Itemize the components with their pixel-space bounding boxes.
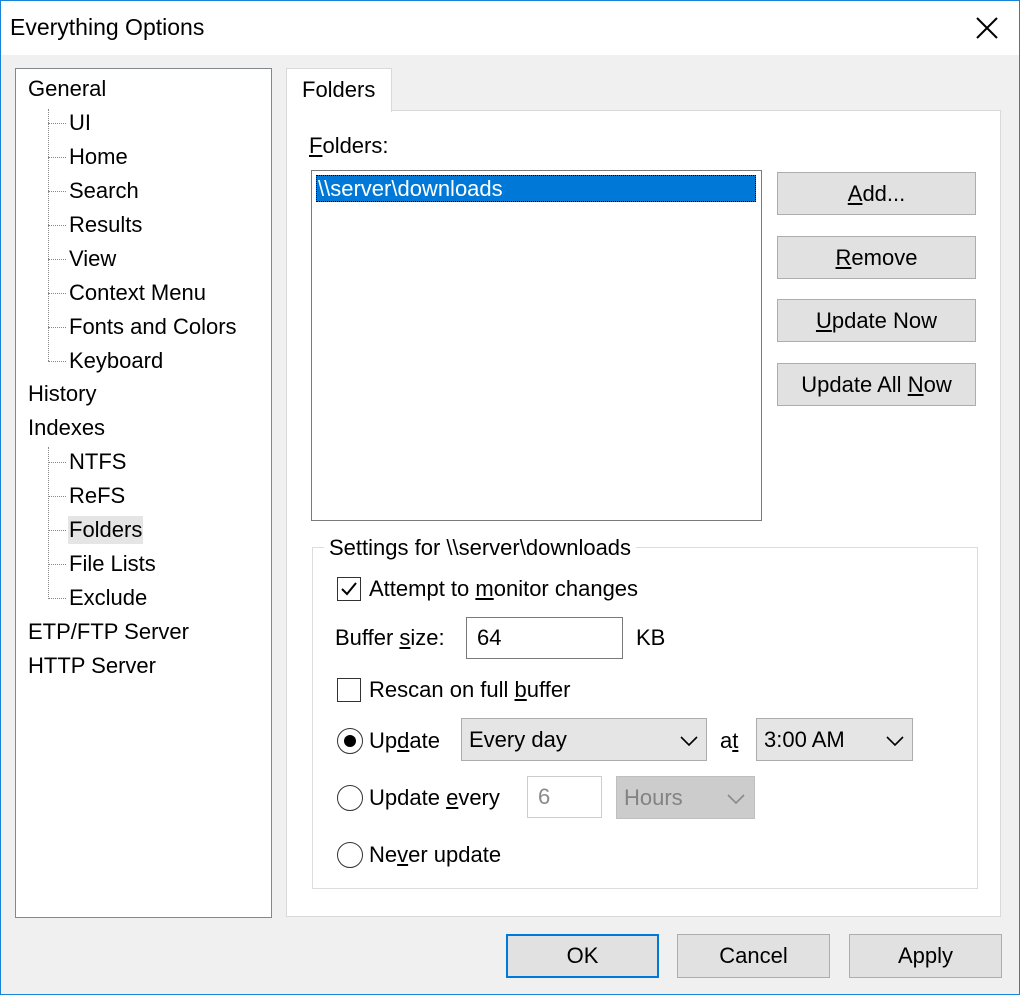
tab-label: Folders (302, 77, 376, 102)
radio-selected-dot (344, 735, 356, 747)
folders-listbox[interactable]: \\server\downloads (311, 170, 762, 521)
rescan-full-buffer-label[interactable]: Rescan on full buffer (369, 677, 570, 703)
tree-item-history[interactable]: History (28, 380, 96, 408)
monitor-changes-checkbox[interactable] (337, 577, 361, 601)
tree-connector (48, 225, 66, 226)
tree-connector (48, 157, 66, 158)
folder-list-item[interactable]: \\server\downloads (316, 175, 756, 202)
tree-item-ui[interactable]: UI (68, 109, 92, 137)
tree-item-http-server[interactable]: HTTP Server (28, 652, 156, 680)
add-button[interactable]: Add... (777, 172, 976, 215)
tree-connector (48, 259, 66, 260)
update-all-now-button[interactable]: Update All Now (777, 363, 976, 406)
buffer-size-label: Buffer size: (335, 625, 445, 650)
update-every-unit-dropdown[interactable]: Hours (616, 776, 755, 819)
tree-item-file-lists[interactable]: File Lists (68, 550, 157, 578)
cancel-button[interactable]: Cancel (677, 934, 830, 978)
tree-connector (48, 191, 66, 192)
window-title: Everything Options (10, 14, 205, 40)
tree-item-view[interactable]: View (68, 245, 117, 273)
tree-item-indexes[interactable]: Indexes (28, 414, 105, 442)
tree-item-fonts-and-colors[interactable]: Fonts and Colors (68, 313, 238, 341)
options-tree[interactable]: General UI Home Search Results View Cont… (15, 68, 272, 918)
tree-connector (48, 447, 49, 597)
chevron-down-icon (727, 794, 745, 805)
never-update-label[interactable]: Never update (369, 842, 501, 868)
tree-item-ntfs[interactable]: NTFS (68, 448, 127, 476)
tree-item-results[interactable]: Results (68, 211, 143, 239)
monitor-changes-label[interactable]: Attempt to monitor changes (369, 576, 638, 602)
close-button[interactable] (955, 1, 1019, 55)
chevron-down-icon (680, 736, 698, 747)
update-radio[interactable] (337, 728, 363, 754)
remove-button[interactable]: Remove (777, 236, 976, 279)
tree-connector (48, 327, 66, 328)
tree-connector (48, 109, 49, 361)
tree-connector (48, 598, 66, 599)
update-every-unit-value: Hours (624, 785, 683, 810)
checkmark-icon (341, 582, 357, 596)
tree-connector (48, 496, 66, 497)
buffer-size-input[interactable]: 64 (466, 617, 623, 659)
never-update-radio[interactable] (337, 842, 363, 868)
update-frequency-dropdown[interactable]: Every day (461, 718, 707, 761)
buffer-unit-label: KB (636, 625, 666, 650)
update-frequency-value: Every day (469, 727, 567, 752)
title-bar[interactable]: Everything Options (1, 1, 1019, 55)
update-every-value-input[interactable]: 6 (527, 776, 602, 818)
update-every-label[interactable]: Update every (369, 785, 500, 811)
update-every-radio[interactable] (337, 785, 363, 811)
update-radio-label[interactable]: Update (369, 728, 440, 754)
tree-item-exclude[interactable]: Exclude (68, 584, 148, 612)
tree-connector (48, 530, 66, 531)
tree-item-folders[interactable]: Folders (68, 516, 144, 544)
tree-connector (48, 462, 66, 463)
update-time-value: 3:00 AM (764, 727, 845, 752)
update-time-dropdown[interactable]: 3:00 AM (756, 718, 913, 761)
update-now-button[interactable]: Update Now (777, 299, 976, 342)
chevron-down-icon (886, 736, 904, 747)
tree-connector (48, 361, 66, 362)
tree-item-etp-ftp-server[interactable]: ETP/FTP Server (28, 618, 189, 646)
settings-group-title: Settings for \\server\downloads (324, 535, 637, 561)
ok-button[interactable]: OK (506, 934, 659, 978)
close-icon (976, 17, 998, 39)
rescan-full-buffer-checkbox[interactable] (337, 678, 361, 702)
tree-connector (48, 293, 66, 294)
tree-item-general[interactable]: General (28, 75, 106, 103)
tree-item-search[interactable]: Search (68, 177, 140, 205)
tree-item-keyboard[interactable]: Keyboard (68, 347, 164, 375)
at-label: at (720, 728, 739, 753)
tab-folders[interactable]: Folders (286, 68, 392, 112)
folders-label: Folders: (309, 133, 389, 158)
tree-connector (48, 564, 66, 565)
tree-item-context-menu[interactable]: Context Menu (68, 279, 207, 307)
tree-item-refs[interactable]: ReFS (68, 482, 126, 510)
tree-connector (48, 123, 66, 124)
apply-button[interactable]: Apply (849, 934, 1002, 978)
tree-item-home[interactable]: Home (68, 143, 129, 171)
